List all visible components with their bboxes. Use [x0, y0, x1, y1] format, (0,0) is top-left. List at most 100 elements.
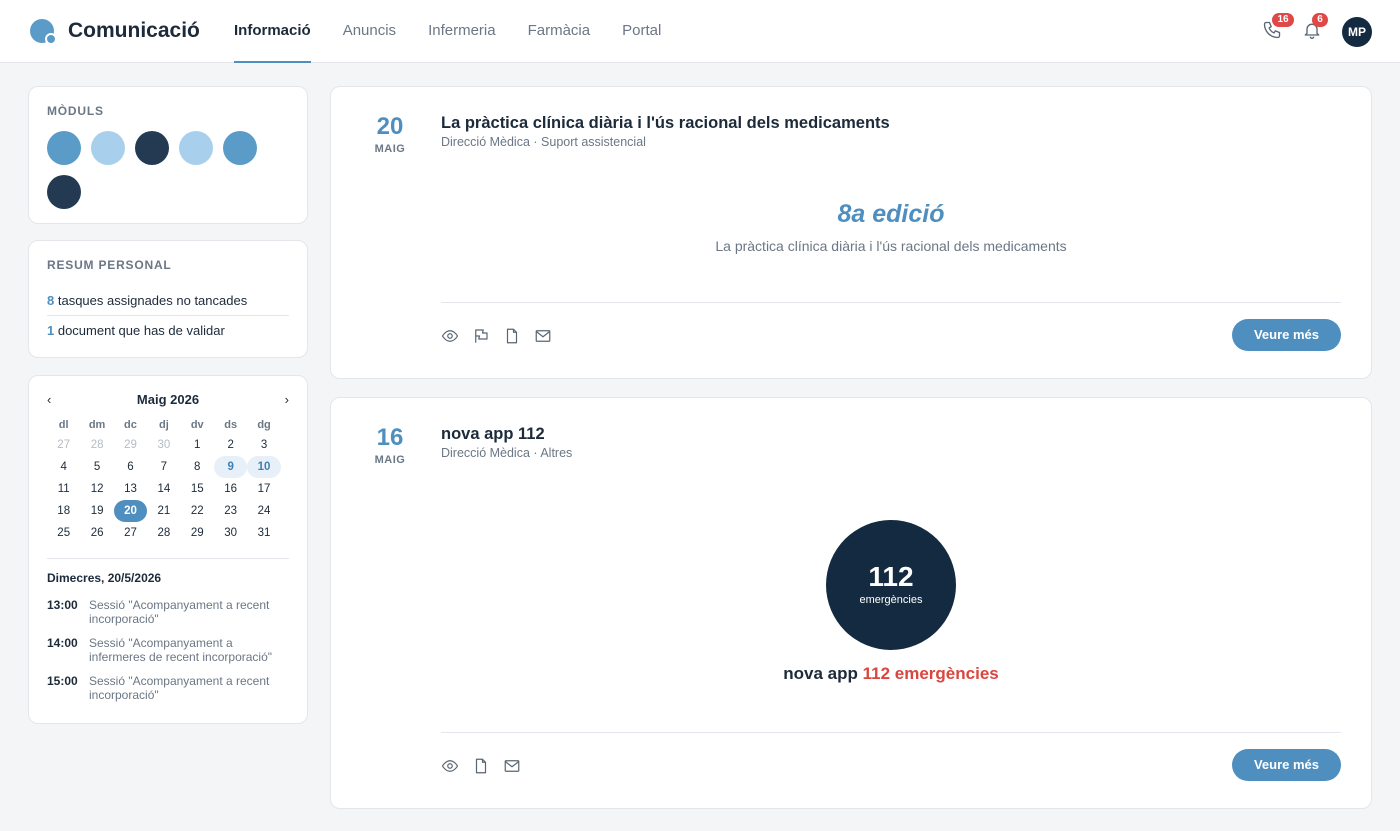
resum-tasks-item[interactable]: 8 tasques assignades no tancades — [47, 286, 289, 315]
calendar-day[interactable]: 4 — [47, 456, 80, 478]
event-time: 13:00 — [47, 598, 78, 612]
tab-infermeria[interactable]: Infermeria — [428, 0, 496, 63]
calendar-weekday: dv — [190, 419, 204, 431]
calendar-day[interactable]: 1 — [181, 434, 214, 456]
calendar-day[interactable]: 23 — [214, 500, 247, 522]
calendar-day[interactable]: 16 — [214, 478, 247, 500]
tab-informacio[interactable]: Informació — [234, 0, 311, 63]
calendar-day[interactable]: 30 — [214, 522, 247, 544]
tab-farmacia[interactable]: Farmàcia — [528, 0, 591, 63]
module-button-4[interactable] — [179, 131, 213, 165]
post-card: 16 MAIG nova app 112 Direcció Mèdica · A… — [330, 397, 1372, 809]
calendar-next-button[interactable]: › — [285, 392, 289, 407]
flag-icon[interactable] — [472, 327, 490, 345]
event-time: 14:00 — [47, 636, 78, 650]
calendar-day[interactable]: 5 — [80, 456, 113, 478]
mail-icon[interactable] — [534, 327, 552, 345]
module-button-1[interactable] — [47, 131, 81, 165]
resum-docs-item[interactable]: 1 document que has de validar — [47, 316, 289, 345]
docs-text: document que has de validar — [54, 323, 225, 338]
eye-icon[interactable] — [441, 757, 459, 775]
calendar-day[interactable]: 29 — [114, 434, 147, 456]
calendar-weekday: dl — [58, 419, 69, 431]
calendar-day[interactable]: 22 — [181, 500, 214, 522]
calendar-day[interactable]: 19 — [80, 500, 113, 522]
user-avatar[interactable]: MP — [1342, 17, 1372, 47]
emergency-badge-circle: 112 emergències — [826, 520, 956, 650]
calendar-day[interactable]: 31 — [247, 522, 280, 544]
calendar-weekday: ds — [224, 419, 238, 431]
resum-title: RESUM PERSONAL — [47, 258, 172, 272]
post-title[interactable]: La pràctica clínica diària i l'ús racion… — [441, 114, 890, 133]
calendar-divider — [47, 558, 289, 559]
top-header: Comunicació Informació Anuncis Infermeri… — [0, 0, 1400, 63]
notifications-button[interactable]: 6 — [1302, 13, 1328, 42]
emergency-label: emergències — [859, 594, 923, 606]
post-actions — [441, 757, 521, 775]
tab-portal[interactable]: Portal — [622, 0, 661, 63]
event-text: Sessió "Acompanyament a infermeres de re… — [89, 636, 273, 664]
event-item[interactable]: 13:00 Sessió "Acompanyament a recent inco… — [47, 598, 289, 626]
module-button-2[interactable] — [91, 131, 125, 165]
calendar-weekday: dm — [88, 419, 106, 431]
calendar-day[interactable]: 9 — [213, 456, 248, 478]
emergency-number: 112 — [868, 561, 914, 592]
calendar-day[interactable]: 7 — [147, 456, 180, 478]
calendar-day[interactable]: 26 — [80, 522, 113, 544]
calendar-day[interactable]: 27 — [47, 434, 80, 456]
calendar-day[interactable]: 18 — [47, 500, 80, 522]
calendar-day[interactable]: 12 — [80, 478, 113, 500]
calendar-day[interactable]: 29 — [181, 522, 214, 544]
calendar-day[interactable]: 11 — [47, 478, 80, 500]
document-icon[interactable] — [503, 327, 521, 345]
tab-anuncis[interactable]: Anuncis — [343, 0, 396, 63]
calendar-day[interactable]: 28 — [147, 522, 180, 544]
caption-highlight: 112 emergències — [862, 664, 999, 683]
calendar-prev-button[interactable]: ‹ — [47, 392, 51, 407]
veure-mes-button[interactable]: Veure més — [1232, 749, 1341, 781]
calendar-day[interactable]: 25 — [47, 522, 80, 544]
calendar-header: ‹ Maig 2026 › — [47, 390, 289, 410]
calendar-day[interactable]: 6 — [114, 456, 147, 478]
app-title: Comunicació — [68, 19, 200, 42]
eye-icon[interactable] — [441, 327, 459, 345]
calendar-weekday: dg — [257, 419, 271, 431]
moduls-card: MÒDULS — [28, 86, 308, 224]
module-button-5[interactable] — [223, 131, 257, 165]
event-item[interactable]: 15:00 Sessió "Acompanyament a recent inco… — [47, 674, 289, 702]
resum-personal-card: RESUM PERSONAL 8 tasques assignades no t… — [28, 240, 308, 358]
calendar-day[interactable]: 17 — [247, 478, 280, 500]
event-time: 15:00 — [47, 674, 78, 688]
caption-prefix: nova app — [783, 664, 863, 683]
calendar-day[interactable]: 10 — [247, 456, 281, 478]
calendar-day[interactable]: 3 — [247, 434, 280, 456]
calendar-day[interactable]: 8 — [181, 456, 214, 478]
post-date: 20 MAIG — [331, 113, 449, 155]
calendar-day[interactable]: 24 — [247, 500, 280, 522]
calendar-day[interactable]: 15 — [181, 478, 214, 500]
calendar-weekday: dj — [158, 419, 169, 431]
post-divider — [441, 732, 1341, 733]
post-date: 16 MAIG — [331, 424, 449, 466]
post-month: MAIG — [374, 143, 406, 155]
veure-mes-button[interactable]: Veure més — [1232, 319, 1341, 351]
event-item[interactable]: 14:00 Sessió "Acompanyament a infermeres … — [47, 636, 289, 664]
main-nav: Informació Anuncis Infermeria Farmàcia P… — [234, 0, 661, 63]
calendar-weekday: dc — [124, 419, 137, 431]
app-logo-icon — [30, 19, 57, 45]
calls-button[interactable]: 16 — [1262, 13, 1294, 42]
module-button-3[interactable] — [135, 131, 169, 165]
calendar-day[interactable]: 21 — [147, 500, 180, 522]
calendar-day[interactable]: 2 — [214, 434, 247, 456]
document-icon[interactable] — [472, 757, 490, 775]
calendar-day[interactable]: 13 — [114, 478, 147, 500]
calls-badge: 16 — [1272, 13, 1294, 27]
module-button-6[interactable] — [47, 175, 81, 209]
mail-icon[interactable] — [503, 757, 521, 775]
calendar-day[interactable]: 27 — [114, 522, 147, 544]
calendar-day[interactable]: 30 — [147, 434, 180, 456]
calendar-day[interactable]: 28 — [80, 434, 113, 456]
calendar-day[interactable]: 14 — [147, 478, 180, 500]
calendar-day[interactable]: 20 — [113, 500, 148, 522]
post-title[interactable]: nova app 112 — [441, 425, 545, 444]
